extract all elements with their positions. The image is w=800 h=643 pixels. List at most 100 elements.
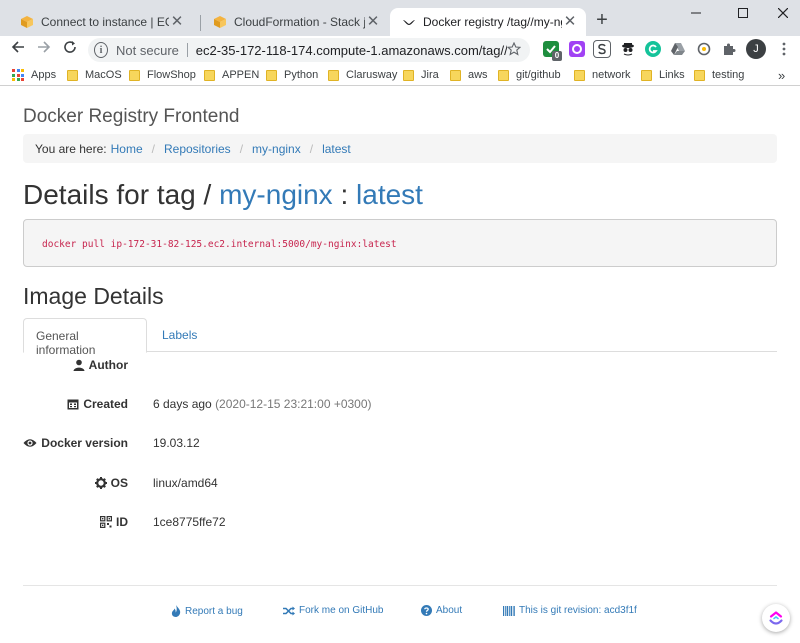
close-tab-icon[interactable]: ✕ — [562, 14, 578, 30]
detail-row-id: ID 1ce8775ffe72 — [0, 515, 800, 535]
bookmark-folder[interactable]: Clarusway — [328, 67, 397, 83]
tab-strip: Connect to instance | EC2 Manag ✕ CloudF… — [0, 0, 800, 36]
close-tab-icon[interactable]: ✕ — [365, 14, 381, 30]
profile-avatar[interactable]: J — [746, 39, 766, 59]
page-content: Docker Registry Frontend You are here: H… — [0, 86, 800, 643]
close-tab-icon[interactable]: ✕ — [169, 14, 185, 30]
reload-button[interactable] — [60, 40, 80, 60]
breadcrumb-separator: / — [151, 141, 155, 156]
bookmark-folder[interactable]: MacOS — [67, 67, 122, 83]
folder-icon — [403, 69, 414, 81]
bookmark-label: Links — [659, 69, 685, 81]
bookmark-folder[interactable]: Python — [266, 67, 318, 83]
bookmark-folder[interactable]: Links — [641, 67, 685, 83]
folder-icon — [129, 69, 140, 81]
grammarly-icon[interactable] — [645, 41, 661, 57]
detail-label: OS — [94, 476, 128, 490]
target-extension-icon[interactable] — [696, 41, 712, 57]
details-tabs: General information Labels — [23, 318, 777, 357]
page-title-prefix: Details for tag / — [23, 179, 212, 210]
git-revision-link[interactable]: This is git revision: acd3f1f — [503, 605, 637, 616]
new-tab-button[interactable]: + — [592, 9, 612, 33]
info-icon[interactable]: i — [94, 42, 109, 58]
breadcrumb-home[interactable]: Home — [111, 142, 143, 156]
pull-command[interactable]: docker pull ip-172-31-82-125.ec2.interna… — [42, 239, 397, 250]
detail-value: 19.03.12 — [153, 436, 200, 450]
gear-icon — [94, 477, 107, 489]
s-extension-icon[interactable] — [593, 40, 611, 58]
bookmark-apps[interactable]: Apps — [12, 67, 56, 83]
created-timestamp: (2020-12-15 23:21:00 +0300) — [215, 397, 372, 411]
tag-link[interactable]: latest — [356, 179, 423, 210]
footer-link-label: About — [436, 605, 463, 616]
spy-extension-icon[interactable] — [620, 41, 636, 57]
detail-value: linux/amd64 — [153, 476, 218, 490]
bookmark-label: Python — [284, 69, 319, 81]
breadcrumb-separator: / — [309, 141, 314, 156]
detail-row-os: OS linux/amd64 — [0, 476, 800, 496]
bookmark-label: FlowShop — [147, 69, 196, 81]
bookmark-label: Apps — [31, 69, 57, 81]
created-relative: 6 days ago — [153, 397, 212, 411]
breadcrumb: You are here: Home / Repositories / my-n… — [23, 134, 777, 163]
address-bar[interactable]: i Not secure ec2-35-172-118-174.compute-… — [88, 38, 530, 62]
browser-tab-ec2[interactable]: Connect to instance | EC2 Manag ✕ — [8, 8, 193, 36]
breadcrumb-lead: You are here: — [35, 141, 107, 156]
id-value: 1ce8775ffe72 — [153, 515, 226, 529]
clickup-floating-button[interactable] — [762, 604, 790, 632]
maximize-button[interactable] — [732, 4, 754, 22]
detail-value: 1ce8775ffe72 — [153, 515, 226, 529]
breadcrumb-tag[interactable]: latest — [322, 142, 351, 156]
back-button[interactable] — [8, 40, 28, 60]
bookmark-folder[interactable]: git/github — [498, 67, 561, 83]
close-window-button[interactable] — [772, 4, 794, 22]
arrow-right-icon — [38, 41, 51, 53]
security-label: Not secure — [116, 42, 179, 58]
bookmark-label: network — [592, 69, 631, 81]
eye-icon — [23, 439, 37, 447]
repo-link[interactable]: my-nginx — [219, 179, 333, 210]
drive-icon[interactable] — [670, 41, 686, 57]
url-text[interactable]: ec2-35-172-118-174.compute-1.amazonaws.c… — [196, 43, 507, 58]
pull-command-box[interactable]: docker pull ip-172-31-82-125.ec2.interna… — [23, 219, 777, 267]
more-bookmarks-button[interactable]: » — [778, 67, 785, 83]
tab-labels[interactable]: Labels — [150, 318, 209, 352]
tab-general-information[interactable]: General information — [23, 318, 147, 357]
breadcrumb-repositories[interactable]: Repositories — [164, 142, 231, 156]
extensions-puzzle-icon[interactable] — [721, 41, 737, 57]
github-link[interactable]: Fork me on GitHub — [283, 605, 383, 616]
browser-tab-cloudformation[interactable]: CloudFormation - Stack joe-blue ✕ — [201, 8, 389, 36]
about-link[interactable]: About — [421, 605, 462, 616]
aws-box-icon — [20, 15, 34, 29]
bookmark-folder[interactable]: Jira — [403, 67, 439, 83]
breadcrumb-repo[interactable]: my-nginx — [252, 142, 301, 156]
browser-toolbar: i Not secure ec2-35-172-118-174.compute-… — [0, 36, 800, 64]
bookmark-folder[interactable]: network — [574, 67, 631, 83]
section-title: Image Details — [23, 283, 164, 309]
folder-icon — [574, 69, 585, 81]
report-bug-link[interactable]: Report a bug — [171, 605, 243, 617]
footer-link-label: Report a bug — [185, 605, 243, 617]
bookmark-folder[interactable]: APPEN — [204, 67, 259, 83]
bookmark-label: Clarusway — [346, 69, 398, 81]
minimize-button[interactable] — [685, 4, 707, 22]
browser-tab-docker-registry[interactable]: Docker registry /tag//my-nginx/l ✕ — [390, 8, 586, 36]
docker-icon — [402, 15, 416, 29]
bookmark-label: aws — [468, 69, 488, 81]
bookmark-label: Jira — [421, 69, 439, 81]
bookmark-folder[interactable]: aws — [450, 67, 488, 83]
kebab-menu-icon[interactable] — [776, 41, 792, 57]
docker-version-value: 19.03.12 — [153, 436, 200, 450]
footer-divider — [23, 585, 777, 586]
app-brand[interactable]: Docker Registry Frontend — [23, 106, 239, 128]
forward-button[interactable] — [34, 40, 54, 60]
detail-label-text: OS — [110, 476, 128, 490]
bookmark-star-icon[interactable] — [506, 41, 522, 59]
bookmark-label: APPEN — [222, 69, 260, 81]
bookmark-label: MacOS — [85, 69, 122, 81]
browser-tab-title: CloudFormation - Stack joe-blue — [234, 15, 365, 29]
puzzle-color-extension-icon[interactable] — [569, 41, 585, 57]
bookmark-folder[interactable]: testing — [694, 67, 744, 83]
detail-label-text: Created — [83, 397, 128, 411]
bookmark-folder[interactable]: FlowShop — [129, 67, 196, 83]
